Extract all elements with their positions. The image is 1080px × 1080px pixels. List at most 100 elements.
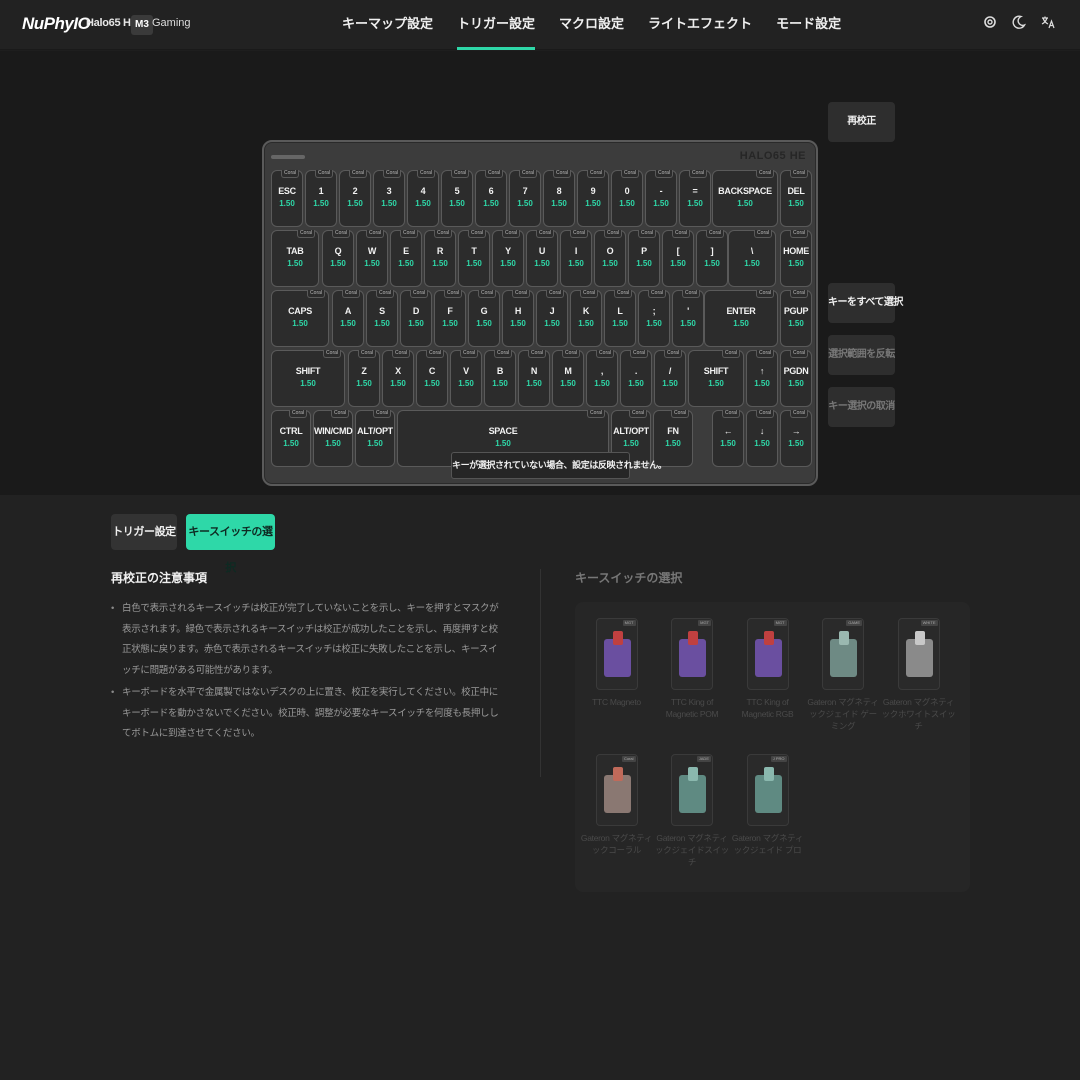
key-4-5[interactable]: Coral FN 1.50 (653, 410, 693, 467)
key-2-13[interactable]: Coral PGUP 1.50 (780, 290, 812, 347)
key-2-6[interactable]: Coral H 1.50 (502, 290, 534, 347)
nav-macro[interactable]: マクロ設定 (547, 0, 636, 50)
moon-icon[interactable] (1011, 15, 1027, 33)
key-4-7[interactable]: Coral ↓ 1.50 (746, 410, 778, 467)
nav-keymap[interactable]: キーマップ設定 (330, 0, 445, 50)
key-0-8[interactable]: Coral 8 1.50 (543, 170, 575, 227)
key-0-11[interactable]: Coral - 1.50 (645, 170, 677, 227)
key-2-4[interactable]: Coral F 1.50 (434, 290, 466, 347)
top-bar: NuPhyIO Halo65 HE M3 Gaming キーマップ設定 トリガー… (0, 0, 1080, 50)
key-1-7[interactable]: Coral U 1.50 (526, 230, 558, 287)
key-3-4[interactable]: Coral V 1.50 (450, 350, 482, 407)
switch-option[interactable]: MGT TTC Magneto (579, 618, 654, 708)
nav-mode[interactable]: モード設定 (764, 0, 853, 50)
mode-badge[interactable]: M3 (131, 15, 153, 35)
key-0-0[interactable]: Coral ESC 1.50 (271, 170, 303, 227)
key-4-1[interactable]: Coral WIN/CMD 1.50 (313, 410, 353, 467)
key-4-0[interactable]: Coral CTRL 1.50 (271, 410, 311, 467)
key-trigger-value: 1.50 (788, 259, 804, 268)
key-3-11[interactable]: Coral SHIFT 1.50 (688, 350, 744, 407)
key-3-13[interactable]: Coral PGDN 1.50 (780, 350, 812, 407)
key-0-5[interactable]: Coral 5 1.50 (441, 170, 473, 227)
key-2-0[interactable]: Coral CAPS 1.50 (271, 290, 329, 347)
key-switch-tag: Coral (400, 230, 418, 238)
key-2-2[interactable]: Coral S 1.50 (366, 290, 398, 347)
key-1-3[interactable]: Coral E 1.50 (390, 230, 422, 287)
key-2-3[interactable]: Coral D 1.50 (400, 290, 432, 347)
key-0-6[interactable]: Coral 6 1.50 (475, 170, 507, 227)
key-2-10[interactable]: Coral; 1.50 (638, 290, 670, 347)
key-1-14[interactable]: Coral HOME 1.50 (780, 230, 812, 287)
key-0-14[interactable]: Coral DEL 1.50 (780, 170, 812, 227)
key-switch-tag: Coral (630, 350, 648, 358)
key-1-10[interactable]: Coral P 1.50 (628, 230, 660, 287)
key-label: A (344, 306, 352, 316)
key-1-2[interactable]: Coral W 1.50 (356, 230, 388, 287)
mode-name[interactable]: Gaming (152, 17, 191, 29)
key-1-5[interactable]: Coral T 1.50 (458, 230, 490, 287)
key-4-2[interactable]: Coral ALT/OPT 1.50 (355, 410, 395, 467)
switch-option[interactable]: JADE Gateron マグネティックジェイドスイッチ (655, 754, 730, 868)
key-1-0[interactable]: Coral TAB 1.50 (271, 230, 319, 287)
select-all-keys-button[interactable]: キーをすべて選択 (828, 283, 903, 323)
switch-option[interactable]: MGT TTC King of Magnetic RGB (730, 618, 805, 720)
switch-option[interactable]: WHITE Gateron マグネティックホワイトスイッチ (881, 618, 956, 732)
key-1-11[interactable]: Coral [1.50 (662, 230, 694, 287)
key-3-8[interactable]: Coral, 1.50 (586, 350, 618, 407)
key-3-0[interactable]: Coral SHIFT 1.50 (271, 350, 345, 407)
tab-switch-select[interactable]: キースイッチの選択 (186, 514, 275, 574)
switch-option[interactable]: MGT TTC King of Magnetic POM (655, 618, 730, 720)
settings-icon[interactable] (982, 15, 998, 33)
key-2-8[interactable]: Coral K 1.50 (570, 290, 602, 347)
deselect-keys-button[interactable]: キー選択の取消 (828, 387, 895, 427)
key-0-10[interactable]: Coral 0 1.50 (611, 170, 643, 227)
key-1-9[interactable]: Coral O 1.50 (594, 230, 626, 287)
key-trigger-value: 1.50 (458, 379, 474, 388)
key-3-5[interactable]: Coral B 1.50 (484, 350, 516, 407)
switch-option[interactable]: J PRO Gateron マグネティックジェイド プロ (730, 754, 805, 856)
key-3-3[interactable]: Coral C 1.50 (416, 350, 448, 407)
key-0-3[interactable]: Coral 3 1.50 (373, 170, 405, 227)
invert-selection-button[interactable]: 選択範囲を反転 (828, 335, 895, 375)
key-1-8[interactable]: Coral I 1.50 (560, 230, 592, 287)
nav-lighting[interactable]: ライトエフェクト (636, 0, 764, 50)
switch-option[interactable]: Coral Gateron マグネティックコーラル (579, 754, 654, 856)
key-2-1[interactable]: Coral A 1.50 (332, 290, 364, 347)
key-3-2[interactable]: Coral X 1.50 (382, 350, 414, 407)
key-1-12[interactable]: Coral] 1.50 (696, 230, 728, 287)
key-3-12[interactable]: Coral ↑ 1.50 (746, 350, 778, 407)
key-3-10[interactable]: Coral / 1.50 (654, 350, 686, 407)
switch-option[interactable]: GAME Gateron マグネティックジェイド ゲーミング (806, 618, 881, 732)
key-1-6[interactable]: Coral Y 1.50 (492, 230, 524, 287)
key-3-9[interactable]: Coral. 1.50 (620, 350, 652, 407)
key-switch-tag: Coral (790, 170, 808, 178)
key-label: L (617, 306, 623, 316)
key-4-6[interactable]: Coral ← 1.50 (712, 410, 744, 467)
recalibrate-button[interactable]: 再校正 (828, 102, 895, 142)
key-2-11[interactable]: Coral ' 1.50 (672, 290, 704, 347)
translate-icon[interactable] (1040, 15, 1056, 33)
key-3-1[interactable]: Coral Z 1.50 (348, 350, 380, 407)
key-1-13[interactable]: Coral \ 1.50 (728, 230, 776, 287)
key-0-7[interactable]: Coral 7 1.50 (509, 170, 541, 227)
key-4-8[interactable]: Coral → 1.50 (780, 410, 812, 467)
key-0-4[interactable]: Coral 4 1.50 (407, 170, 439, 227)
key-3-7[interactable]: Coral M 1.50 (552, 350, 584, 407)
key-trigger-value: 1.50 (347, 199, 363, 208)
tab-trigger-settings[interactable]: トリガー設定 (111, 514, 177, 550)
key-0-2[interactable]: Coral 2 1.50 (339, 170, 371, 227)
switch-tag: WHITE (920, 620, 938, 626)
key-1-1[interactable]: Coral Q 1.50 (322, 230, 354, 287)
key-0-9[interactable]: Coral 9 1.50 (577, 170, 609, 227)
nav-trigger[interactable]: トリガー設定 (445, 0, 547, 50)
key-0-1[interactable]: Coral 1 1.50 (305, 170, 337, 227)
key-3-6[interactable]: Coral N 1.50 (518, 350, 550, 407)
key-2-9[interactable]: Coral L 1.50 (604, 290, 636, 347)
key-2-5[interactable]: Coral G 1.50 (468, 290, 500, 347)
key-2-12[interactable]: Coral ENTER 1.50 (704, 290, 778, 347)
key-0-13[interactable]: Coral BACKSPACE 1.50 (712, 170, 778, 227)
key-2-7[interactable]: Coral J 1.50 (536, 290, 568, 347)
key-1-4[interactable]: Coral R 1.50 (424, 230, 456, 287)
device-model[interactable]: Halo65 HE (86, 17, 138, 29)
key-0-12[interactable]: Coral = 1.50 (679, 170, 711, 227)
